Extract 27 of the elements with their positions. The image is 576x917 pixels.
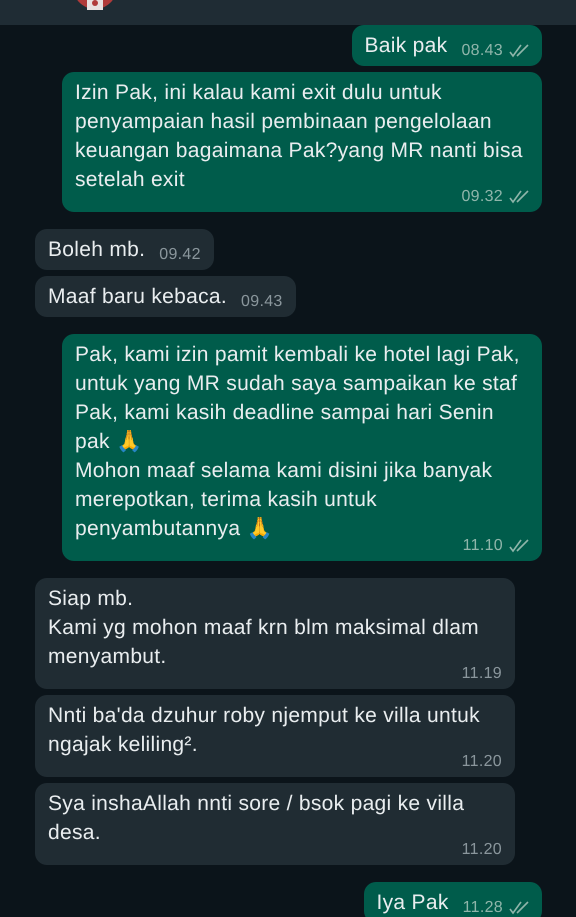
message-time: 11.20 (462, 841, 502, 859)
outgoing-message-bubble[interactable]: Izin Pak, ini kalau kami exit dulu untuk penyampaian hasil pembinaan pengelolaan keuangan bagaimana Pak?yang MR nanti bisa setelah exit 09.32 (62, 72, 542, 212)
message-text: Maaf baru kebaca. (48, 284, 228, 310)
message-time: 09.42 (159, 246, 201, 264)
message-text: Baik pak (364, 33, 448, 59)
message-time: 11.28 (462, 899, 503, 917)
incoming-message-bubble[interactable]: Maaf baru kebaca. 09.43 (35, 276, 296, 317)
message-time: 09.43 (241, 293, 283, 311)
message-text: Sya inshaAllah nnti sore / bsok pagi ke villa desa. (48, 791, 464, 844)
message-text: Boleh mb. (48, 237, 146, 263)
message-time: 11.20 (462, 753, 502, 771)
message-text: Iya Pak (376, 890, 449, 916)
message-time: 11.19 (462, 665, 502, 683)
message-time: 09.32 (461, 188, 503, 206)
message-text: Nnti ba'da dzuhur roby njemput ke villa untuk ngajak keliling². (48, 703, 480, 756)
incoming-message-bubble[interactable]: Nnti ba'da dzuhur roby njemput ke villa untuk ngajak keliling². 11.20 (35, 695, 515, 777)
outgoing-message-bubble[interactable] (62, 334, 542, 561)
incoming-message-bubble[interactable]: Boleh mb. 09.42 (35, 229, 214, 270)
message-text: Pak, kami izin pamit kembali ke hotel lagi Pak, untuk yang MR sudah saya sampaikan ke staf Pak, kami kasih deadline sampai hari Senin pak 🙏 Mohon maaf selama kami disini jika banyak merepotkan, terima kasih untuk penyambutannya 🙏 (75, 342, 521, 540)
message-text: Izin Pak, ini kalau kami exit dulu untuk penyampaian hasil pembinaan pengelolaan keuangan bagaimana Pak?yang MR nanti bisa setelah exit (75, 80, 524, 191)
message-time: 11.10 (462, 537, 503, 555)
outgoing-message-bubble[interactable]: Iya Pak 11.28 (364, 882, 542, 917)
outgoing-message-bubble[interactable]: Baik pak 08.43 (352, 25, 542, 66)
incoming-message-bubble[interactable]: Sya inshaAllah nnti sore / bsok pagi ke villa desa. 11.20 (35, 783, 515, 865)
incoming-message-bubble[interactable]: Siap mb. Kami yg mohon maaf krn blm maksimal dlam menyambut. 11.19 (35, 578, 515, 689)
message-text: Siap mb. Kami yg mohon maaf krn blm maksimal dlam menyambut. (48, 586, 479, 668)
message-time: 08.43 (461, 42, 503, 60)
